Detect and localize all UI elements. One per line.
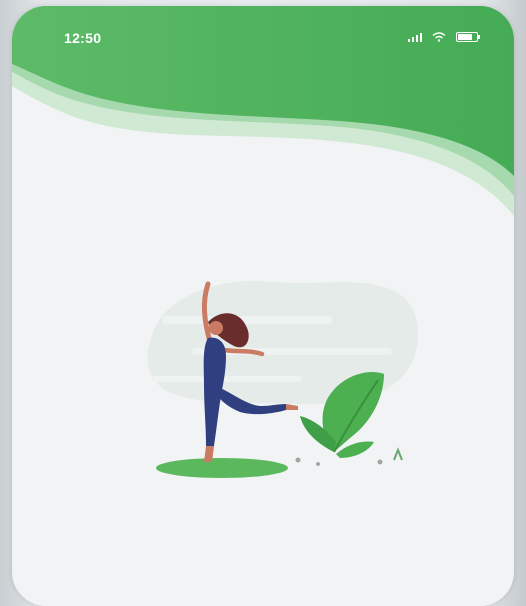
- signal-icon: [408, 32, 422, 42]
- ground-ellipse: [156, 458, 288, 478]
- status-bar: 12:50: [12, 6, 514, 66]
- tiny-sprout: [393, 447, 403, 461]
- status-icons: [408, 32, 480, 42]
- battery-icon: [456, 32, 480, 42]
- dancing-woman-illustration: [147, 280, 419, 478]
- pebble: [316, 462, 320, 466]
- wifi-icon: [432, 32, 446, 42]
- status-time: 12:50: [64, 30, 102, 46]
- pebble: [377, 459, 383, 465]
- phone-screen: 12:50: [12, 6, 514, 606]
- pebble: [295, 457, 301, 463]
